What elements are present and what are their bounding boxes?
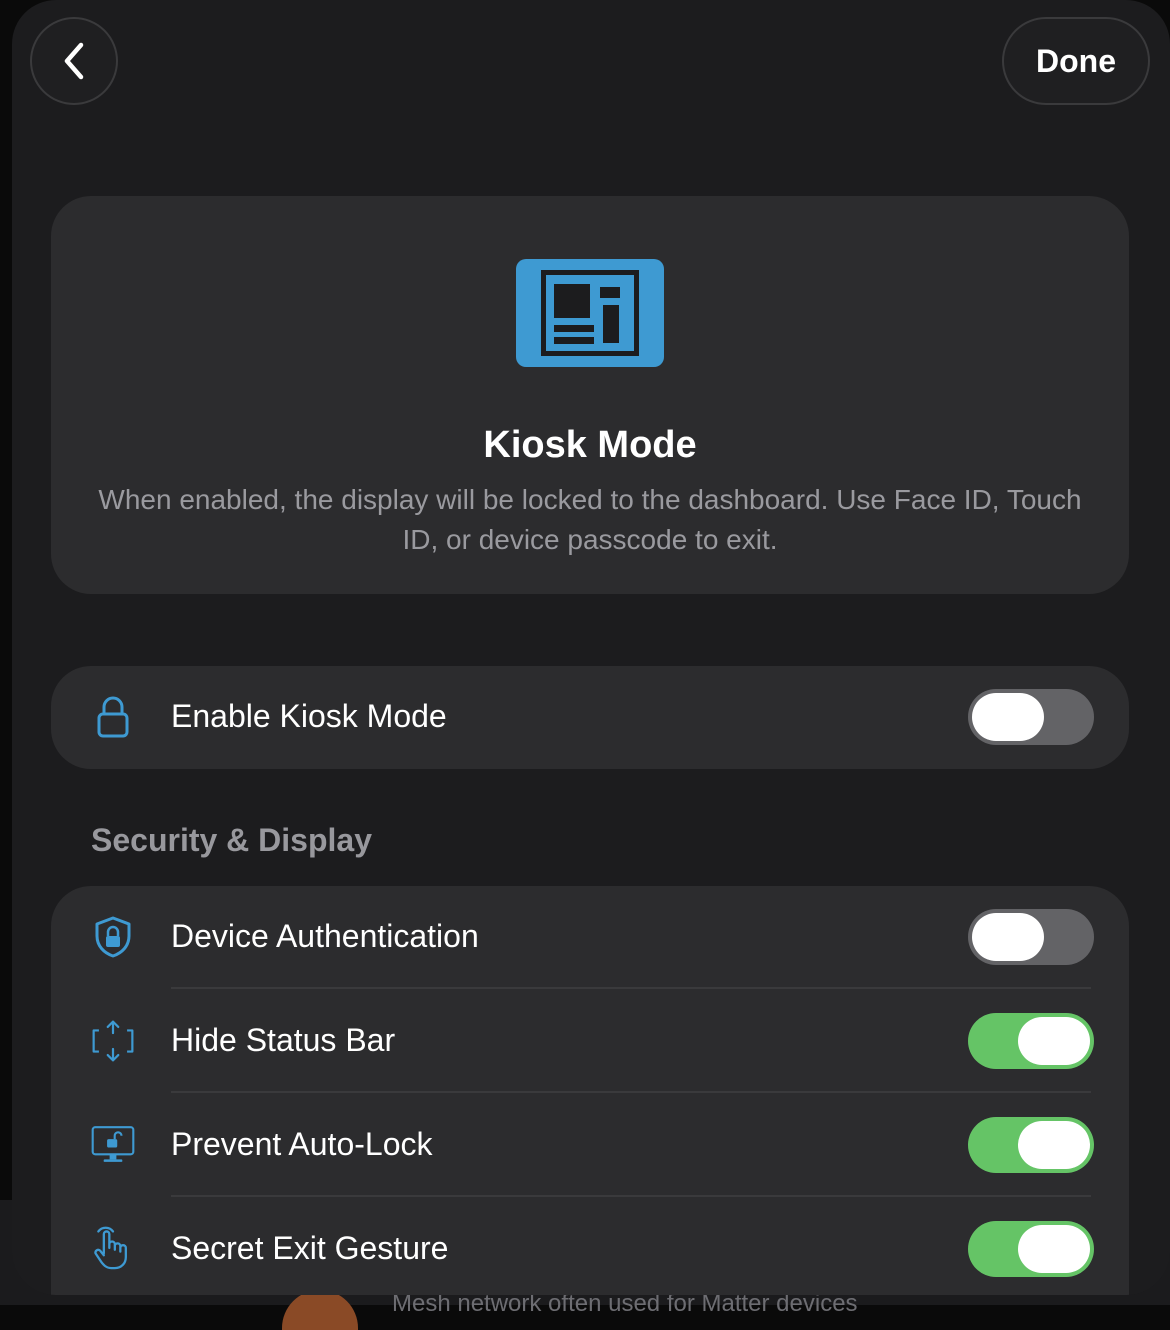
enable-kiosk-card: Enable Kiosk Mode (51, 666, 1129, 769)
row-divider (171, 1091, 1091, 1093)
enable-kiosk-label: Enable Kiosk Mode (171, 698, 447, 734)
hide-status-bar-row[interactable]: Hide Status Bar (51, 990, 1129, 1092)
secret-exit-gesture-toggle[interactable] (968, 1221, 1094, 1277)
prevent-auto-lock-row[interactable]: Prevent Auto-Lock (51, 1094, 1129, 1196)
row-divider (171, 1195, 1091, 1197)
done-button-label: Done (1036, 42, 1116, 79)
enable-kiosk-row[interactable]: Enable Kiosk Mode (51, 666, 1129, 769)
hide-status-bar-toggle[interactable] (968, 1013, 1094, 1069)
hide-status-bar-label: Hide Status Bar (171, 1022, 396, 1058)
kiosk-mode-info-card: Kiosk Mode When enabled, the display wil… (51, 196, 1129, 594)
prevent-auto-lock-label: Prevent Auto-Lock (171, 1126, 433, 1162)
monitor-unlock-icon (91, 1123, 135, 1167)
toggle-knob (1018, 1017, 1090, 1065)
kiosk-settings-sheet: Done Kiosk Mode When enabled, the displa… (12, 0, 1170, 1295)
section-header: Security & Display (91, 822, 372, 858)
device-authentication-label: Device Authentication (171, 918, 479, 954)
secret-exit-gesture-row[interactable]: Secret Exit Gesture (51, 1198, 1129, 1295)
secret-exit-gesture-label: Secret Exit Gesture (171, 1230, 449, 1266)
enable-kiosk-toggle[interactable] (968, 689, 1094, 745)
done-button[interactable]: Done (1002, 17, 1150, 105)
page-description: When enabled, the display will be locked… (98, 484, 1082, 555)
row-divider (171, 987, 1091, 989)
lock-icon (91, 695, 135, 739)
shield-lock-icon (91, 915, 135, 959)
hand-tap-icon (91, 1225, 135, 1270)
expand-arrows-icon (91, 1019, 135, 1063)
kiosk-display-icon (516, 259, 664, 367)
toggle-knob (1018, 1121, 1090, 1169)
prevent-auto-lock-toggle[interactable] (968, 1117, 1094, 1173)
security-display-card: Device Authentication Hide Status Bar Pr… (51, 886, 1129, 1295)
toggle-knob (972, 913, 1044, 961)
toggle-knob (1018, 1225, 1090, 1273)
device-authentication-row[interactable]: Device Authentication (51, 886, 1129, 988)
chevron-left-icon (64, 42, 84, 80)
back-button[interactable] (30, 17, 118, 105)
page-title: Kiosk Mode (483, 424, 697, 466)
device-authentication-toggle[interactable] (968, 909, 1094, 965)
toggle-knob (972, 693, 1044, 741)
